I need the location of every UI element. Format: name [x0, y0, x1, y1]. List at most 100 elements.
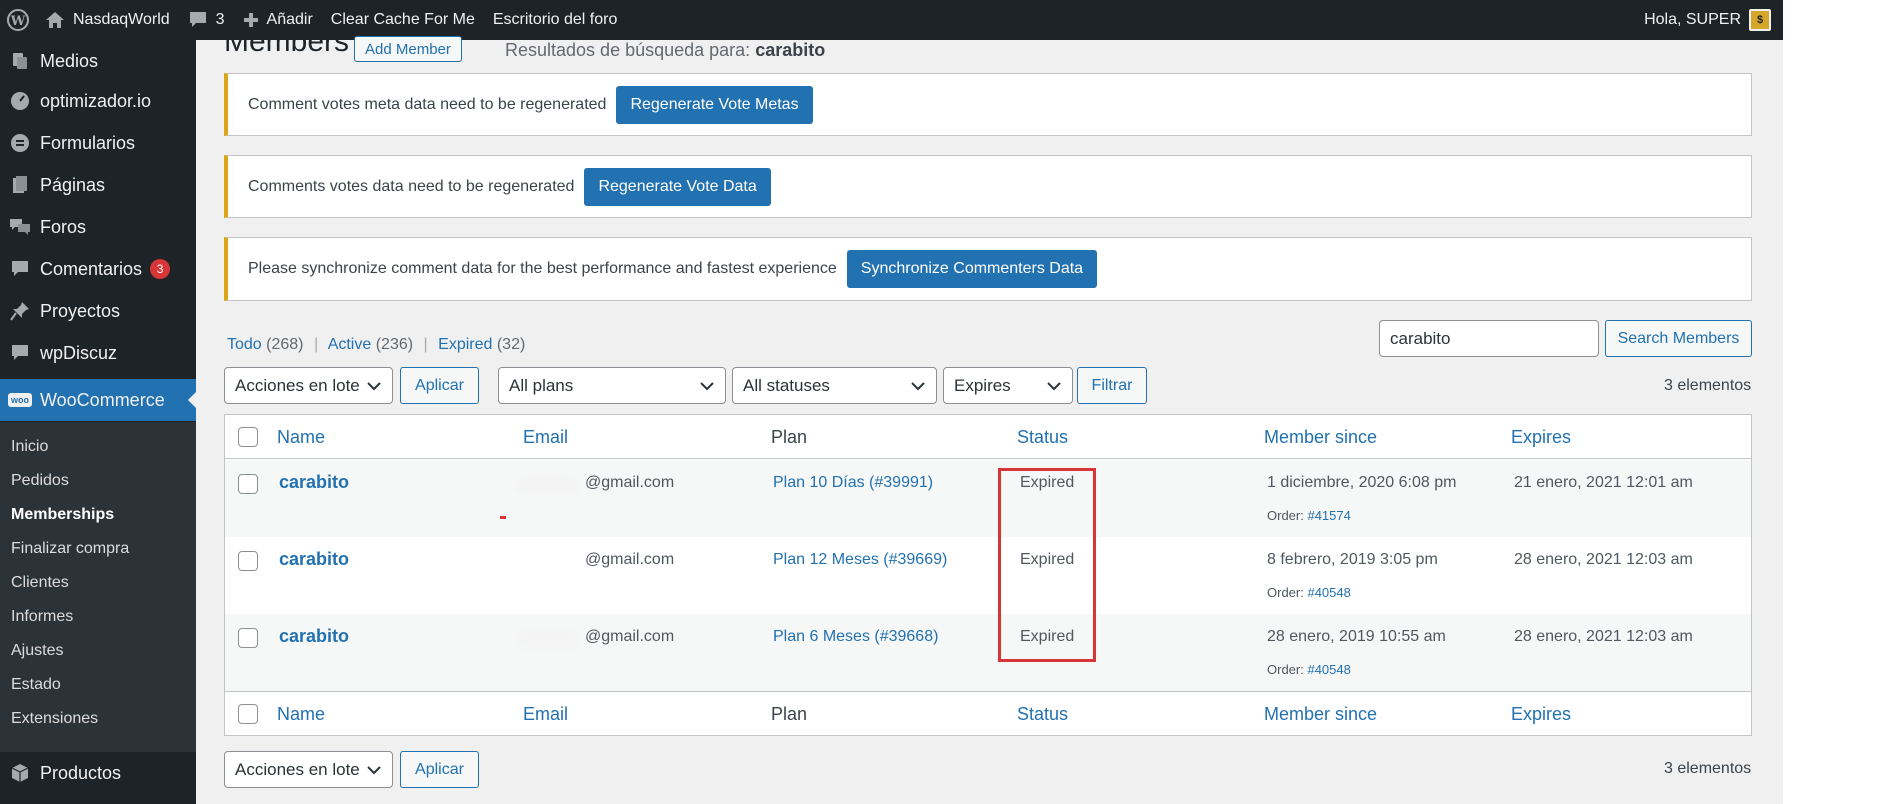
view-all-count: (268): [266, 336, 304, 353]
sidebar-item-medios[interactable]: Medios: [0, 40, 196, 82]
submenu-clientes[interactable]: Clientes: [11, 574, 69, 592]
chevron-down-icon: [367, 766, 381, 775]
sidebar-item-formularios[interactable]: Formularios: [0, 122, 196, 164]
view-all-link[interactable]: Todo: [227, 336, 262, 353]
gauge-icon: [0, 91, 40, 111]
wordpress-logo-icon[interactable]: W: [0, 0, 36, 40]
sidebar-item-optimizador[interactable]: optimizador.io: [0, 80, 196, 122]
forum-desk-link[interactable]: Escritorio del foro: [484, 0, 627, 40]
column-status-header[interactable]: Status: [1017, 427, 1068, 448]
forms-icon: [0, 133, 40, 153]
dollar-icon: $: [1756, 14, 1764, 26]
view-active-link[interactable]: Active: [328, 336, 372, 353]
bulk-actions-select-bottom[interactable]: Acciones en lote: [224, 751, 393, 788]
column-email-footer[interactable]: Email: [523, 704, 568, 725]
box-icon: [0, 763, 40, 783]
column-member-since-footer[interactable]: Member since: [1264, 704, 1377, 725]
order-link[interactable]: #41574: [1307, 508, 1350, 523]
filter-button[interactable]: Filtrar: [1077, 367, 1147, 404]
bulk-actions-select-top[interactable]: Acciones en lote: [224, 367, 393, 404]
sidebar-item-label: optimizador.io: [40, 90, 152, 111]
sidebar-item-woocommerce[interactable]: woo WooCommerce: [0, 379, 196, 421]
column-expires-header[interactable]: Expires: [1511, 427, 1571, 448]
items-count-bottom: 3 elementos: [1664, 760, 1752, 777]
woocommerce-submenu: Inicio Pedidos Memberships Finalizar com…: [0, 422, 196, 752]
row-checkbox[interactable]: [238, 474, 258, 494]
order-prefix: Order:: [1267, 585, 1304, 600]
column-name-footer[interactable]: Name: [277, 704, 325, 725]
column-email-header[interactable]: Email: [523, 427, 568, 448]
member-name-link[interactable]: carabito: [279, 626, 349, 647]
apply-button-top[interactable]: Aplicar: [400, 367, 479, 404]
member-plan-link[interactable]: Plan 10 Días (#39991): [773, 474, 933, 492]
chevron-down-icon: [700, 382, 714, 391]
row-checkbox[interactable]: [238, 628, 258, 648]
column-status-footer[interactable]: Status: [1017, 704, 1068, 725]
add-member-button[interactable]: Add Member: [354, 36, 462, 62]
member-name-link[interactable]: carabito: [279, 472, 349, 493]
members-table: Name Email Plan Status Member since Expi…: [224, 414, 1752, 736]
submenu-finalizar-compra[interactable]: Finalizar compra: [11, 540, 129, 558]
member-email: @gmail.com: [585, 474, 675, 491]
order-link[interactable]: #40548: [1307, 662, 1350, 677]
view-expired-count: (32): [496, 336, 526, 353]
sidebar-item-label: Formularios: [40, 132, 136, 153]
view-separator: |: [423, 336, 428, 353]
items-count-top: 3 elementos: [1664, 377, 1752, 394]
woo-icon-text: woo: [8, 393, 32, 407]
submenu-ajustes[interactable]: Ajustes: [11, 642, 63, 660]
comments-icon: [0, 259, 40, 279]
member-name-link[interactable]: carabito: [279, 549, 349, 570]
statuses-filter-select[interactable]: All statuses: [732, 367, 937, 404]
column-expires-footer[interactable]: Expires: [1511, 704, 1571, 725]
sidebar-item-label: WooCommerce: [40, 389, 165, 410]
select-all-checkbox[interactable]: [238, 427, 258, 447]
statuses-filter-value: All statuses: [743, 375, 830, 395]
user-account-menu[interactable]: Hola, SUPER $: [1635, 0, 1783, 40]
clear-cache-label: Clear Cache For Me: [330, 11, 475, 28]
site-home-link[interactable]: NasdaqWorld: [36, 0, 179, 40]
regenerate-vote-data-button[interactable]: Regenerate Vote Data: [584, 167, 771, 206]
search-members-button[interactable]: Search Members: [1605, 320, 1752, 357]
row-checkbox[interactable]: [238, 551, 258, 571]
column-plan-header: Plan: [771, 427, 808, 447]
expires-date: 28 enero, 2021 12:03 am: [1514, 628, 1693, 645]
submenu-pedidos[interactable]: Pedidos: [11, 472, 69, 490]
forum-desk-label: Escritorio del foro: [492, 11, 618, 28]
notice-text: Comment votes meta data need to be regen…: [248, 95, 607, 113]
sidebar-item-paginas[interactable]: Páginas: [0, 164, 196, 206]
apply-button-bottom[interactable]: Aplicar: [400, 751, 479, 788]
column-name-header[interactable]: Name: [277, 427, 325, 448]
plans-filter-value: All plans: [509, 375, 574, 395]
sidebar-item-foros[interactable]: Foros: [0, 206, 196, 248]
member-plan-link[interactable]: Plan 6 Meses (#39668): [773, 628, 938, 646]
select-all-checkbox-bottom[interactable]: [238, 704, 258, 724]
member-order: Order: #40548: [1267, 662, 1351, 677]
synchronize-commenters-button[interactable]: Synchronize Commenters Data: [846, 250, 1098, 288]
search-results-term: carabito: [755, 40, 826, 60]
table-row: carabito @gmail.com Plan 6 Meses (#39668…: [225, 614, 1751, 691]
submenu-extensiones[interactable]: Extensiones: [11, 710, 98, 728]
expires-filter-select[interactable]: Expires: [943, 367, 1073, 404]
submenu-memberships[interactable]: Memberships: [11, 506, 114, 524]
plans-filter-select[interactable]: All plans: [498, 367, 726, 404]
column-member-since-header[interactable]: Member since: [1264, 427, 1377, 448]
view-expired-link[interactable]: Expired: [438, 336, 492, 353]
order-link[interactable]: #40548: [1307, 585, 1350, 600]
member-plan-link[interactable]: Plan 12 Meses (#39669): [773, 551, 947, 569]
sidebar-item-comentarios[interactable]: Comentarios 3: [0, 248, 196, 290]
expires-date: 21 enero, 2021 12:01 am: [1514, 474, 1693, 491]
order-prefix: Order:: [1267, 508, 1304, 523]
submenu-inicio[interactable]: Inicio: [11, 438, 48, 456]
regenerate-vote-metas-button[interactable]: Regenerate Vote Metas: [616, 85, 813, 124]
sidebar-item-productos[interactable]: Productos: [0, 752, 196, 794]
submenu-informes[interactable]: Informes: [11, 608, 73, 626]
submenu-estado[interactable]: Estado: [11, 676, 61, 694]
admin-sidebar: Medios optimizador.io Formularios Página…: [0, 40, 196, 804]
sidebar-item-wpdiscuz[interactable]: wpDiscuz: [0, 332, 196, 374]
search-members-input[interactable]: carabito: [1379, 320, 1599, 357]
bulk-actions-value: Acciones en lote: [235, 375, 360, 395]
notice-text: Please synchronize comment data for the …: [248, 260, 837, 277]
user-greeting: Hola, SUPER: [1644, 11, 1741, 28]
sidebar-item-proyectos[interactable]: Proyectos: [0, 290, 196, 332]
